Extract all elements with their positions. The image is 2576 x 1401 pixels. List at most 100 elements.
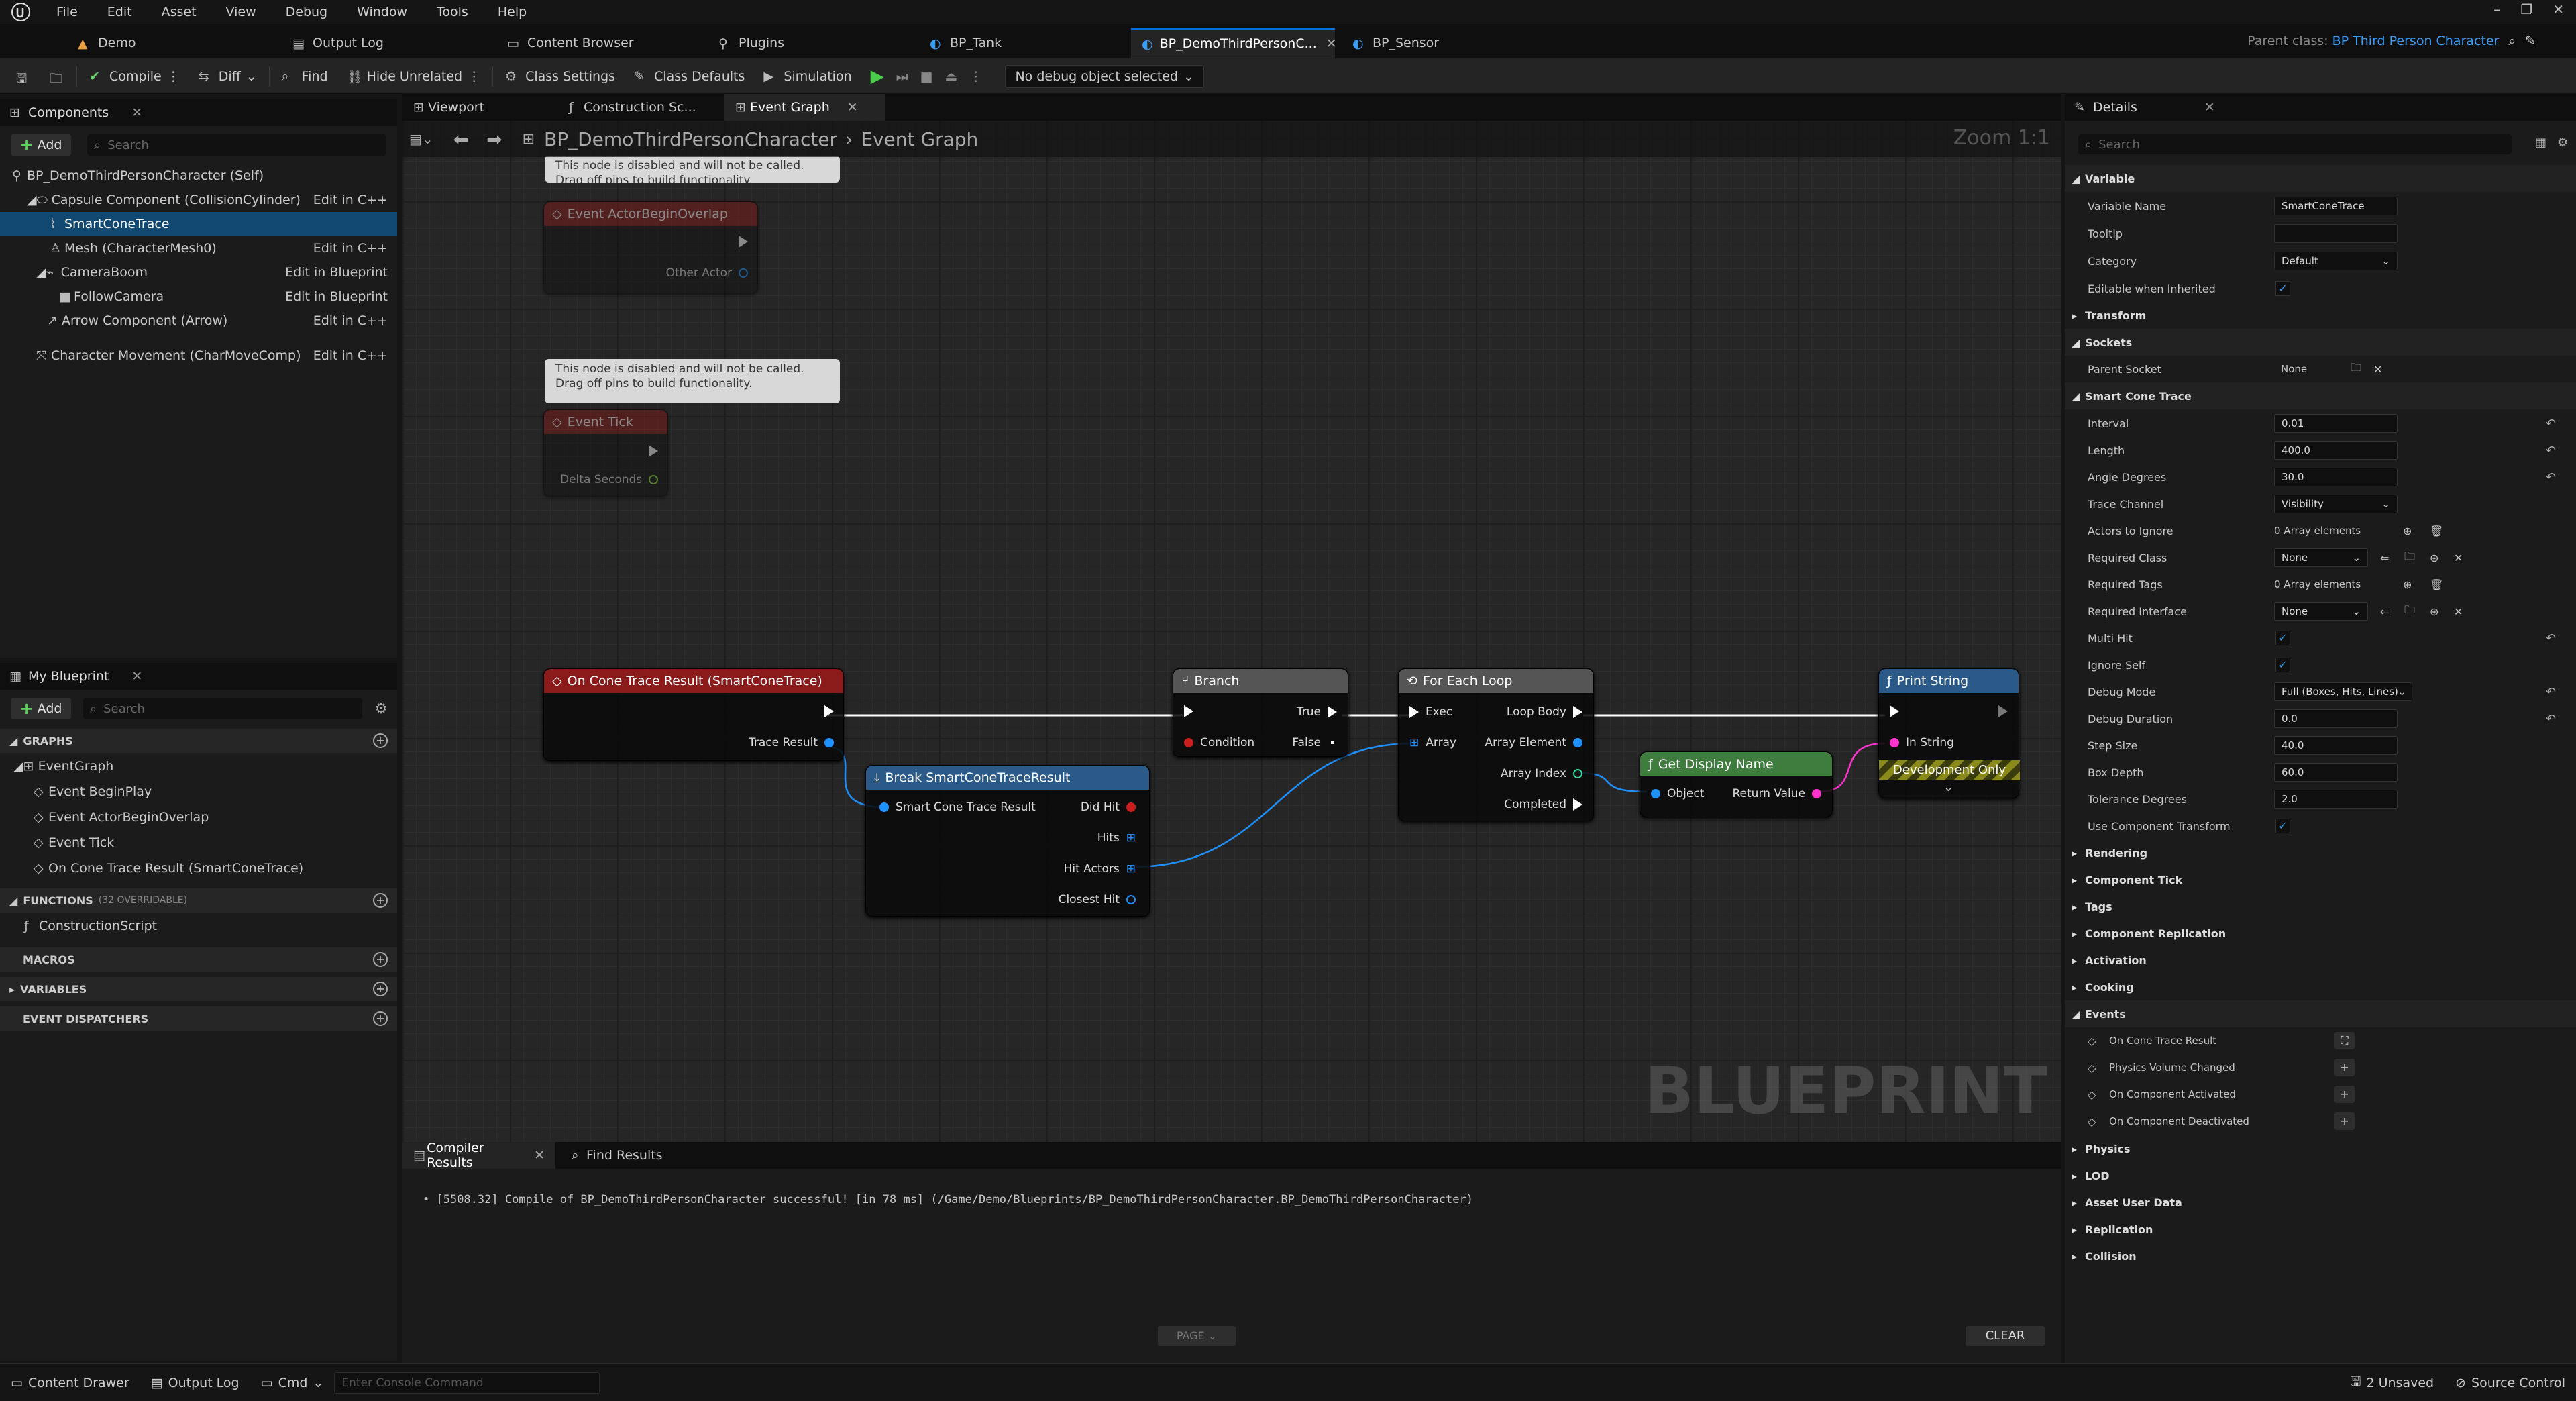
edit-in-cpp-link[interactable]: Edit in C++	[313, 241, 388, 256]
class-settings-button[interactable]: ⚙ Class Settings	[496, 63, 625, 90]
trash-icon[interactable]: 🗑	[2430, 525, 2443, 537]
add-macro-icon[interactable]: +	[373, 952, 388, 967]
section-smart-cone-trace[interactable]: ◢ Smart Cone Trace	[2065, 382, 2576, 409]
close-tab-icon[interactable]: ✕	[1326, 36, 1337, 51]
section-transform[interactable]: ▸ Transform	[2065, 302, 2576, 329]
options-icon[interactable]: ⋮	[468, 69, 480, 84]
add-variable-icon[interactable]: +	[373, 982, 388, 996]
tab-bp-demothirdperson[interactable]: ◐ BP_DemoThirdPersonC... ✕	[1131, 28, 1337, 58]
section-component-tick[interactable]: ▸ Component Tick	[2065, 866, 2576, 893]
exec-out-pin[interactable]	[1998, 705, 2008, 717]
search-icon[interactable]: ⌕	[2508, 34, 2516, 48]
add-graph-icon[interactable]: +	[373, 733, 388, 748]
settings-gear-icon[interactable]: ⚙	[374, 701, 388, 717]
reset-icon[interactable]: ↶	[2546, 444, 2556, 458]
exec-out-pin[interactable]	[824, 705, 834, 717]
back-arrow-icon[interactable]: ⬅	[453, 128, 469, 150]
hide-unrelated-button[interactable]: ⛓ Hide Unrelated ⋮	[337, 63, 490, 90]
component-cameraboom[interactable]: ◢ ⌁ CameraBoom Edit in Blueprint	[0, 260, 397, 284]
minimize-icon[interactable]: –	[2493, 1, 2500, 17]
content-drawer-button[interactable]: ▭ Content Drawer	[0, 1376, 140, 1390]
menu-asset[interactable]: Asset	[147, 5, 211, 19]
expand-icon[interactable]: ◢	[36, 265, 46, 280]
debug-duration-input[interactable]: 0.0	[2274, 709, 2398, 728]
browse-icon[interactable]: 🗀	[2404, 549, 2415, 567]
class-defaults-button[interactable]: ✎ Class Defaults	[625, 63, 754, 90]
clear-icon[interactable]: ✕	[2373, 363, 2382, 376]
close-icon[interactable]: ✕	[2553, 1, 2564, 17]
multi-hit-checkbox[interactable]: ✓	[2275, 631, 2290, 645]
close-icon[interactable]: ✕	[2204, 100, 2215, 115]
section-rendering[interactable]: ▸ Rendering	[2065, 839, 2576, 866]
find-button[interactable]: ⌕ Find	[272, 63, 337, 90]
exec-out-pin[interactable]	[739, 236, 748, 248]
table-view-icon[interactable]: ▦	[2535, 136, 2546, 150]
graph-event-tick[interactable]: ◇ Event Tick	[0, 831, 397, 855]
close-icon[interactable]: ✕	[534, 1148, 545, 1163]
unreal-logo-icon[interactable]	[0, 0, 42, 24]
component-character-movement[interactable]: ⤧ Character Movement (CharMoveComp) Edit i…	[0, 344, 397, 368]
component-mesh[interactable]: ♙ Mesh (CharacterMesh0) Edit in C++	[0, 236, 397, 260]
reset-icon[interactable]: ↶	[2546, 685, 2556, 699]
details-tab[interactable]: ✎ Details ✕	[2065, 94, 2576, 121]
restore-icon[interactable]: ❐	[2520, 1, 2532, 17]
array-element-pin[interactable]: Array Element	[1485, 736, 1582, 749]
reset-icon[interactable]: ↶	[2546, 712, 2556, 726]
trace-result-pin[interactable]: Trace Result	[749, 736, 834, 749]
clear-icon[interactable]: ✕	[2454, 552, 2463, 564]
add-icon[interactable]: ⊕	[2430, 552, 2438, 564]
return-value-pin[interactable]: Return Value	[1733, 787, 1821, 800]
component-arrow[interactable]: ↗ Arrow Component (Arrow) Edit in C++	[0, 309, 397, 333]
debug-mode-select[interactable]: Full (Boxes, Hits, Lines) ⌄	[2274, 682, 2412, 701]
compile-options-icon[interactable]: ⋮	[167, 69, 180, 84]
editable-checkbox[interactable]: ✓	[2275, 281, 2290, 296]
add-icon[interactable]: ⊕	[2430, 605, 2438, 618]
category-select[interactable]: Default ⌄	[2274, 252, 2398, 270]
compile-button[interactable]: ✔ Compile ⋮	[80, 63, 189, 90]
use-selected-icon[interactable]: ⇐	[2380, 552, 2389, 564]
component-self[interactable]: ⚲ BP_DemoThirdPersonCharacter (Self)	[0, 164, 397, 188]
step-icon[interactable]: ⏭	[896, 68, 908, 85]
menu-view[interactable]: View	[211, 5, 271, 19]
edit-in-cpp-link[interactable]: Edit in C++	[313, 348, 388, 363]
variable-name-input[interactable]: SmartConeTrace	[2274, 197, 2398, 215]
hit-actors-pin[interactable]: Hit Actors ⊞	[1064, 862, 1136, 876]
section-lod[interactable]: ▸ LOD	[2065, 1162, 2576, 1189]
graph-on-cone-trace-result[interactable]: ◇ On Cone Trace Result (SmartConeTrace)	[0, 856, 397, 880]
section-asset-user-data[interactable]: ▸ Asset User Data	[2065, 1189, 2576, 1216]
hits-pin[interactable]: Hits ⊞	[1097, 831, 1136, 845]
loop-body-pin[interactable]: Loop Body	[1507, 705, 1582, 719]
variables-section[interactable]: ▸ VARIABLES +	[0, 977, 397, 1001]
add-member-button[interactable]: + Add	[11, 698, 71, 719]
event-graph-canvas[interactable]: This node is disabled and will not be ca…	[402, 94, 2061, 1142]
node-on-cone-trace-result[interactable]: ◇ On Cone Trace Result (SmartConeTrace) T…	[543, 668, 844, 761]
node-get-display-name[interactable]: ƒ Get Display Name Object Return Value	[1640, 751, 1833, 817]
true-pin[interactable]: True	[1297, 705, 1337, 719]
breadcrumb-root[interactable]: BP_DemoThirdPersonCharacter	[544, 128, 837, 150]
node-print-string[interactable]: ƒ Print String In String Development Only…	[1878, 668, 2020, 798]
did-hit-pin[interactable]: Did Hit	[1081, 800, 1136, 814]
trash-icon[interactable]: 🗑	[2430, 578, 2443, 591]
array-pin[interactable]: ⊞ Array	[1409, 736, 1456, 749]
node-break-smartconetraceresult[interactable]: ⤓ Break SmartConeTraceResult Smart Cone T…	[865, 765, 1150, 917]
closest-hit-pin[interactable]: Closest Hit	[1059, 893, 1136, 906]
components-search-input[interactable]: ⌕ Search	[87, 134, 386, 156]
exec-in-pin[interactable]	[1184, 705, 1193, 717]
component-smartconetrace[interactable]: ⌇ SmartConeTrace	[0, 212, 397, 236]
edit-icon[interactable]: ✎	[2525, 34, 2536, 48]
clear-icon[interactable]: ✕	[2454, 605, 2463, 618]
menu-file[interactable]: File	[42, 5, 93, 19]
expand-icon[interactable]: ◢	[27, 193, 37, 207]
delta-seconds-pin[interactable]: Delta Seconds	[560, 473, 659, 486]
add-event-icon[interactable]: +	[2334, 1059, 2355, 1076]
tab-bp-sensor[interactable]: ◐ BP_Sensor	[1342, 28, 1450, 58]
diff-button[interactable]: ⇆ Diff ⌄	[189, 63, 266, 90]
page-button[interactable]: PAGE ⌄	[1158, 1326, 1236, 1346]
section-replication[interactable]: ▸ Replication	[2065, 1216, 2576, 1243]
menu-tools[interactable]: Tools	[422, 5, 483, 19]
menu-debug[interactable]: Debug	[271, 5, 342, 19]
eject-icon[interactable]: ⏏	[945, 68, 958, 85]
stop-icon[interactable]: ■	[920, 68, 933, 85]
use-selected-icon[interactable]: ⇐	[2380, 605, 2389, 618]
close-icon[interactable]: ✕	[131, 105, 142, 120]
